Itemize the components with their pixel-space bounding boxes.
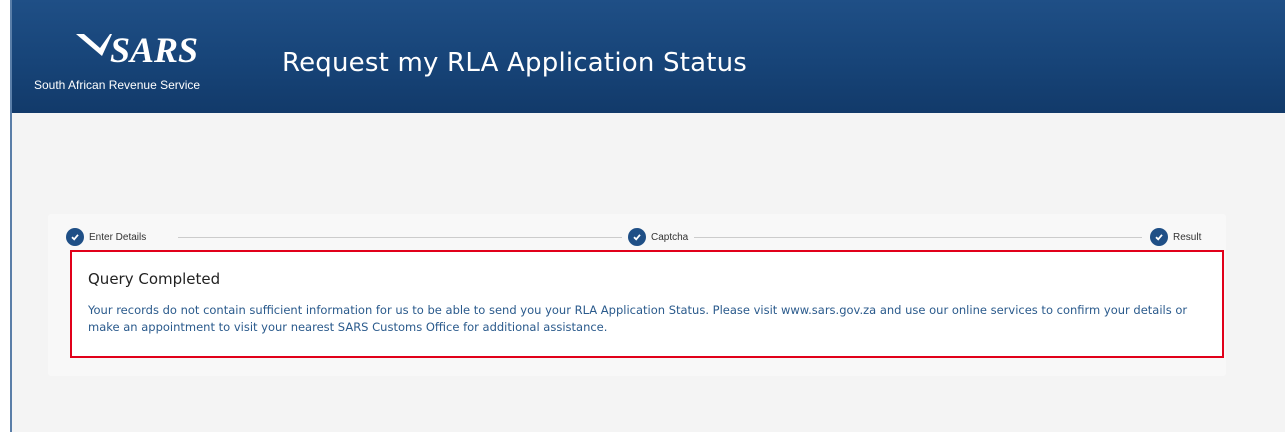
logo-text: SARS: [110, 30, 198, 70]
check-icon: [66, 228, 84, 246]
result-title: Query Completed: [88, 270, 221, 288]
logo-caption: South African Revenue Service: [34, 78, 201, 92]
step-captcha: Captcha: [628, 228, 688, 246]
stepper-connector: [694, 237, 1142, 238]
page-title: Request my RLA Application Status: [282, 48, 748, 78]
sars-logo-icon: SARS: [76, 30, 198, 70]
result-message: Your records do not contain sufficient i…: [88, 303, 1188, 334]
sars-logo: SARS South African Revenue Service: [34, 26, 234, 96]
step-label: Result: [1173, 231, 1202, 243]
result-panel: Query Completed Your records do not cont…: [70, 250, 1224, 358]
check-icon: [628, 228, 646, 246]
check-icon: [1150, 228, 1168, 246]
step-label: Enter Details: [89, 231, 147, 243]
page-header: SARS South African Revenue Service Reque…: [12, 0, 1285, 113]
status-card: Enter Details Captcha Result Query Compl…: [48, 214, 1226, 376]
step-label: Captcha: [651, 231, 689, 243]
stepper-connector: [178, 237, 622, 238]
step-result: Result: [1150, 228, 1201, 246]
page-frame: SARS South African Revenue Service Reque…: [10, 0, 1285, 432]
progress-stepper: Enter Details Captcha Result: [66, 228, 1208, 246]
step-enter-details: Enter Details: [66, 228, 146, 246]
